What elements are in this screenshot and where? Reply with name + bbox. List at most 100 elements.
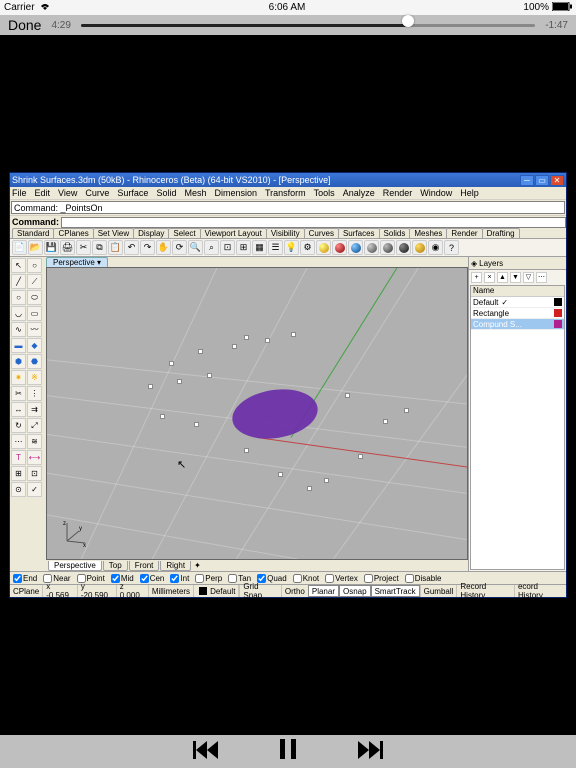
toolbar-undo-icon[interactable]: ↶ bbox=[124, 240, 139, 255]
control-point[interactable] bbox=[278, 472, 283, 477]
tool-tab-display[interactable]: Display bbox=[133, 228, 169, 238]
tool-snap-icon[interactable]: ⊙ bbox=[11, 482, 26, 497]
tool-dim-icon[interactable]: ⟷ bbox=[27, 450, 42, 465]
tool-tab-cplanes[interactable]: CPlanes bbox=[53, 228, 93, 238]
sb-recordhistory2[interactable]: ecord History bbox=[514, 585, 566, 597]
layer-down-icon[interactable]: ▼ bbox=[510, 272, 521, 283]
tool-pointon-icon[interactable]: ⋮ bbox=[27, 386, 42, 401]
toolbar-options-icon[interactable]: ⚙ bbox=[300, 240, 315, 255]
toolbar-zoom-extents-icon[interactable]: ⌕ bbox=[204, 240, 219, 255]
tool-join-icon[interactable]: ※ bbox=[27, 370, 42, 385]
tool-tab-curves[interactable]: Curves bbox=[304, 228, 339, 238]
viewport-title-tab[interactable]: Perspective ▾ bbox=[46, 257, 108, 268]
control-point[interactable] bbox=[244, 335, 249, 340]
toolbar-pan-icon[interactable]: ✋ bbox=[156, 240, 171, 255]
layer-swatch[interactable] bbox=[554, 298, 562, 306]
tool-curve2-icon[interactable]: 〰 bbox=[27, 322, 42, 337]
surface-object[interactable] bbox=[229, 384, 321, 445]
tool-lasso-icon[interactable]: ○ bbox=[27, 258, 42, 273]
toolbar-shade-gray-icon[interactable] bbox=[364, 240, 379, 255]
toolbar-paste-icon[interactable]: 📋 bbox=[108, 240, 123, 255]
menu-mesh[interactable]: Mesh bbox=[184, 188, 206, 198]
toolbar-shade-dark-icon[interactable] bbox=[396, 240, 411, 255]
tool-polyline-icon[interactable]: ⟋ bbox=[27, 274, 42, 289]
sb-recordhistory[interactable]: Record History bbox=[456, 585, 514, 597]
layer-swatch[interactable] bbox=[554, 309, 562, 317]
tool-solid2-icon[interactable]: ⬣ bbox=[27, 354, 42, 369]
sb-units[interactable]: Millimeters bbox=[149, 585, 194, 597]
toolbar-shade-red-icon[interactable] bbox=[332, 240, 347, 255]
menu-analyze[interactable]: Analyze bbox=[343, 188, 375, 198]
video-scrubber[interactable] bbox=[81, 24, 535, 27]
layer-row[interactable]: Default ✓ bbox=[471, 297, 564, 308]
perspective-viewport[interactable]: z x y ↖ bbox=[46, 267, 468, 560]
menu-surface[interactable]: Surface bbox=[117, 188, 148, 198]
tool-rotate2-icon[interactable]: ↻ bbox=[11, 418, 26, 433]
tool-trim-icon[interactable]: ✂ bbox=[11, 386, 26, 401]
control-point[interactable] bbox=[345, 393, 350, 398]
control-point[interactable] bbox=[232, 344, 237, 349]
tool-scale-icon[interactable]: ⤢ bbox=[27, 418, 42, 433]
menu-window[interactable]: Window bbox=[420, 188, 452, 198]
toolbar-shade-gold-icon[interactable] bbox=[412, 240, 427, 255]
layer-new-icon[interactable]: + bbox=[471, 272, 482, 283]
minimize-button[interactable]: ─ bbox=[520, 175, 534, 186]
control-point[interactable] bbox=[207, 373, 212, 378]
control-point[interactable] bbox=[169, 361, 174, 366]
layer-up-icon[interactable]: ▲ bbox=[497, 272, 508, 283]
toolbar-properties-icon[interactable]: ◉ bbox=[428, 240, 443, 255]
toolbar-redo-icon[interactable]: ↷ bbox=[140, 240, 155, 255]
control-point[interactable] bbox=[160, 414, 165, 419]
tool-render-icon[interactable]: ⊡ bbox=[27, 466, 42, 481]
tool-text-icon[interactable]: T bbox=[11, 450, 26, 465]
layer-filter-icon[interactable]: ▽ bbox=[523, 272, 534, 283]
sb-ortho[interactable]: Ortho bbox=[281, 585, 308, 597]
scrubber-knob[interactable] bbox=[402, 15, 414, 27]
tool-array-icon[interactable]: ⋯ bbox=[11, 434, 26, 449]
menu-dimension[interactable]: Dimension bbox=[214, 188, 257, 198]
next-track-button[interactable] bbox=[357, 739, 383, 765]
sb-smarttrack[interactable]: SmartTrack bbox=[371, 585, 420, 597]
layers-column-name[interactable]: Name bbox=[471, 286, 564, 297]
toolbar-zoom-selected-icon[interactable]: ⊡ bbox=[220, 240, 235, 255]
control-point[interactable] bbox=[244, 448, 249, 453]
toolbar-hide-icon[interactable]: 💡 bbox=[284, 240, 299, 255]
toolbar-cplane-icon[interactable]: ▦ bbox=[252, 240, 267, 255]
prev-track-button[interactable] bbox=[193, 739, 219, 765]
tool-line-icon[interactable]: ╱ bbox=[11, 274, 26, 289]
control-point[interactable] bbox=[324, 478, 329, 483]
vp-tab-perspective[interactable]: Perspective bbox=[48, 561, 102, 571]
tool-move-icon[interactable]: ↔ bbox=[11, 402, 26, 417]
layer-swatch[interactable] bbox=[554, 320, 562, 328]
control-point[interactable] bbox=[177, 379, 182, 384]
sb-planar[interactable]: Planar bbox=[308, 585, 339, 597]
tool-tab-render[interactable]: Render bbox=[446, 228, 482, 238]
control-point[interactable] bbox=[307, 486, 312, 491]
layer-row[interactable]: Compund S... bbox=[471, 319, 564, 330]
control-point[interactable] bbox=[383, 419, 388, 424]
osnap-project[interactable]: Project bbox=[364, 574, 399, 583]
layer-delete-icon[interactable]: × bbox=[484, 272, 495, 283]
tool-tab-surfaces[interactable]: Surfaces bbox=[338, 228, 380, 238]
maximize-button[interactable]: ▭ bbox=[535, 175, 549, 186]
layer-row[interactable]: Rectangle bbox=[471, 308, 564, 319]
menu-transform[interactable]: Transform bbox=[265, 188, 306, 198]
tool-offset-icon[interactable]: ≋ bbox=[27, 434, 42, 449]
control-point[interactable] bbox=[265, 338, 270, 343]
tool-pointer-icon[interactable]: ↖ bbox=[11, 258, 26, 273]
tool-rect-icon[interactable]: ▭ bbox=[27, 306, 42, 321]
menu-tools[interactable]: Tools bbox=[314, 188, 335, 198]
toolbar-help-icon[interactable]: ? bbox=[444, 240, 459, 255]
control-point[interactable] bbox=[404, 408, 409, 413]
menu-view[interactable]: View bbox=[58, 188, 77, 198]
tool-curve-icon[interactable]: ∿ bbox=[11, 322, 26, 337]
menu-help[interactable]: Help bbox=[460, 188, 479, 198]
toolbar-cut-icon[interactable]: ✂ bbox=[76, 240, 91, 255]
tool-tab-meshes[interactable]: Meshes bbox=[409, 228, 447, 238]
tool-tab-standard[interactable]: Standard bbox=[12, 228, 54, 238]
menu-solid[interactable]: Solid bbox=[156, 188, 176, 198]
tool-tab-select[interactable]: Select bbox=[168, 228, 200, 238]
menu-edit[interactable]: Edit bbox=[35, 188, 51, 198]
sb-layer[interactable]: Default bbox=[194, 585, 239, 597]
tool-tab-solids[interactable]: Solids bbox=[379, 228, 411, 238]
